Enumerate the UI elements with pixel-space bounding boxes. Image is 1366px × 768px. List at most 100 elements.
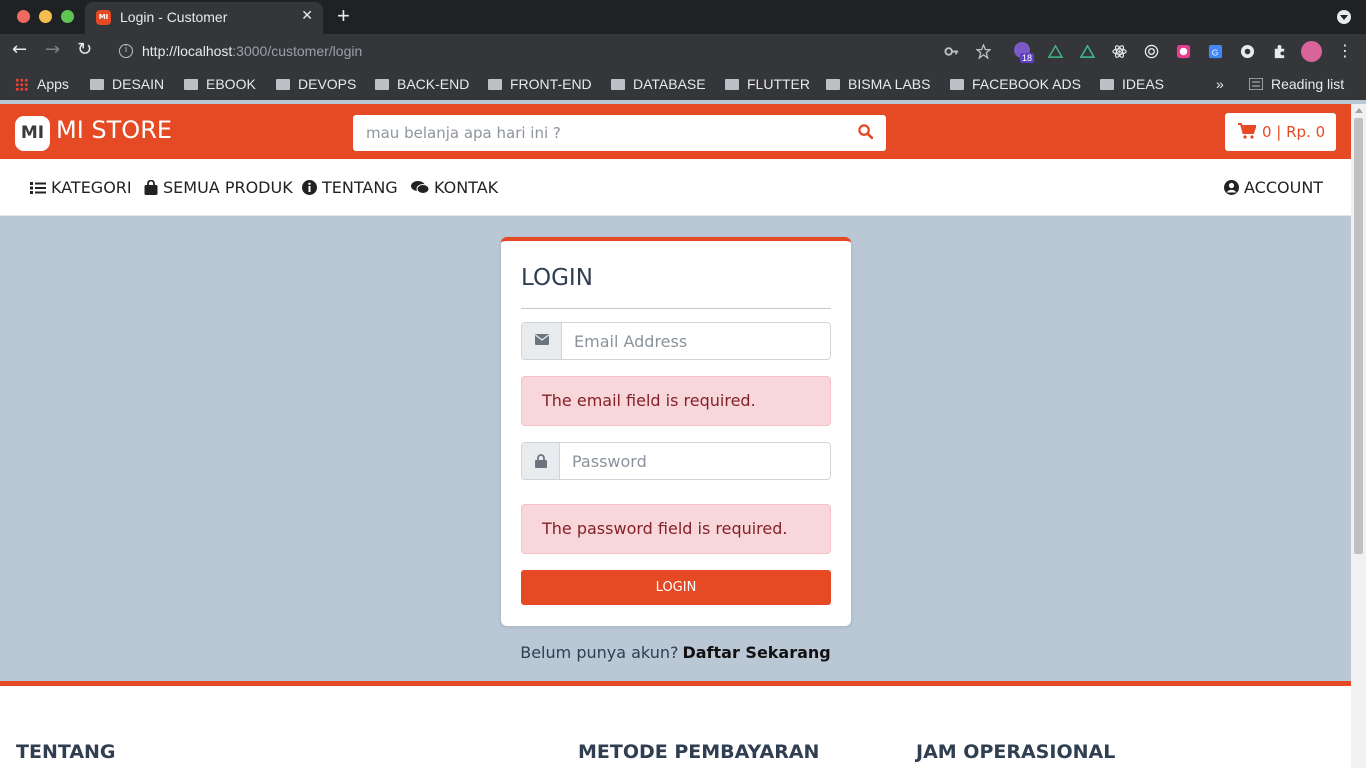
bookmark-label: IDEAS	[1122, 76, 1165, 92]
apps-grid-icon	[15, 78, 28, 91]
brand-name[interactable]: MI STORE	[56, 116, 172, 144]
react-devtools-icon[interactable]	[1112, 44, 1127, 59]
address-bar[interactable]: i http://localhost:3000/customer/login	[110, 37, 1010, 66]
folder-icon	[90, 79, 104, 90]
login-card: LOGIN The email field is required. The p…	[501, 237, 851, 626]
bookmark-label: EBOOK	[206, 76, 256, 92]
bookmark-label: FLUTTER	[747, 76, 810, 92]
nav-kontak[interactable]: KONTAK	[411, 178, 498, 197]
search-icon[interactable]	[858, 124, 873, 139]
password-error-alert: The password field is required.	[521, 504, 831, 554]
mi-logo-icon[interactable]: MI	[15, 116, 50, 151]
nav-semua-produk[interactable]: SEMUA PRODUK	[144, 178, 293, 197]
email-addon	[522, 323, 562, 359]
login-button[interactable]: LOGIN	[521, 570, 831, 605]
user-circle-icon	[1224, 180, 1239, 195]
scrollbar-thumb[interactable]	[1354, 118, 1363, 554]
extension-count-badge: 18	[1020, 53, 1035, 63]
nav-label: KATEGORI	[51, 178, 132, 197]
bookmark-label: FACEBOOK ADS	[972, 76, 1081, 92]
bookmark-star-icon[interactable]	[976, 44, 991, 59]
scroll-up-arrow-icon[interactable]	[1355, 108, 1363, 113]
nuxt-devtools-icon[interactable]	[1080, 44, 1095, 59]
nav-label: SEMUA PRODUK	[163, 178, 293, 197]
bookmark-folder-ebook[interactable]: EBOOK	[184, 76, 256, 92]
list-icon	[30, 182, 46, 194]
bookmark-label: BACK-END	[397, 76, 470, 92]
comments-icon	[411, 181, 430, 194]
bookmark-folder-devops[interactable]: DEVOPS	[276, 76, 356, 92]
site-info-icon[interactable]: i	[119, 44, 133, 58]
folder-icon	[375, 79, 389, 90]
dark-reader-icon[interactable]	[1240, 44, 1255, 59]
browser-menu-icon[interactable]: ⋮	[1337, 41, 1353, 60]
browser-toolbar: ← → ↻ i http://localhost:3000/customer/l…	[0, 34, 1366, 69]
url-path: :3000/customer/login	[232, 43, 363, 59]
browser-tab-active[interactable]: MI Login - Customer ✕	[85, 2, 323, 34]
reading-list-label: Reading list	[1271, 76, 1345, 92]
register-prompt: Belum punya akun? Daftar Sekarang	[0, 643, 1351, 662]
maximize-window-button[interactable]	[61, 10, 74, 23]
profile-avatar[interactable]	[1301, 41, 1322, 62]
svg-text:G: G	[1212, 47, 1219, 57]
cart-icon	[1238, 123, 1256, 139]
bookmark-label: FRONT-END	[510, 76, 592, 92]
close-window-button[interactable]	[17, 10, 30, 23]
bookmark-folder-flutter[interactable]: FLUTTER	[725, 76, 810, 92]
tab-title: Login - Customer	[120, 9, 228, 25]
register-link[interactable]: Daftar Sekarang	[682, 643, 830, 662]
envelope-icon	[535, 334, 549, 345]
register-prompt-text: Belum punya akun?	[520, 643, 679, 662]
key-icon[interactable]	[944, 44, 959, 59]
color-picker-icon[interactable]	[1176, 44, 1191, 59]
url-text: http://localhost:3000/customer/login	[142, 43, 362, 59]
reload-icon[interactable]: ↻	[77, 39, 92, 60]
main-navigation: KATEGORI SEMUA PRODUK TENTANG KONTAK ACC…	[0, 159, 1351, 216]
password-addon	[522, 443, 560, 479]
extensions-puzzle-icon[interactable]	[1272, 44, 1287, 59]
minimize-window-button[interactable]	[39, 10, 52, 23]
info-circle-icon	[302, 180, 317, 195]
forward-icon[interactable]: →	[45, 39, 60, 60]
folder-icon	[611, 79, 625, 90]
nav-account[interactable]: ACCOUNT	[1224, 178, 1323, 197]
reading-list-icon	[1248, 77, 1264, 91]
bookmark-label: Apps	[37, 76, 69, 92]
bookmark-label: DESAIN	[112, 76, 165, 92]
lock-icon	[535, 454, 547, 468]
tab-search-icon[interactable]	[1337, 10, 1351, 24]
bookmark-folder-facebook-ads[interactable]: FACEBOOK ADS	[950, 76, 1081, 92]
browser-tab-bar: MI Login - Customer ✕ +	[0, 0, 1366, 34]
email-field[interactable]	[562, 323, 830, 359]
bookmark-folder-database[interactable]: DATABASE	[611, 76, 706, 92]
footer-heading-metode-pembayaran: METODE PEMBAYARAN	[578, 741, 820, 763]
nav-label: KONTAK	[434, 178, 499, 197]
footer-heading-jam-operasional: JAM OPERASIONAL	[916, 741, 1116, 763]
bookmark-folder-desain[interactable]: DESAIN	[90, 76, 164, 92]
bookmark-folder-back-end[interactable]: BACK-END	[375, 76, 469, 92]
folder-icon	[276, 79, 290, 90]
new-tab-button[interactable]: +	[337, 3, 350, 29]
favicon-icon: MI	[96, 10, 111, 25]
bookmark-folder-front-end[interactable]: FRONT-END	[488, 76, 592, 92]
bookmarks-overflow-icon[interactable]: »	[1216, 76, 1224, 92]
nav-label: TENTANG	[322, 178, 398, 197]
nav-kategori[interactable]: KATEGORI	[30, 178, 132, 197]
bookmark-folder-bisma-labs[interactable]: BISMA LABS	[826, 76, 930, 92]
page-scrollbar[interactable]	[1351, 104, 1366, 768]
nav-tentang[interactable]: TENTANG	[302, 178, 398, 197]
reading-list-button[interactable]: Reading list	[1248, 76, 1345, 92]
target-extension-icon[interactable]	[1144, 44, 1159, 59]
cart-button[interactable]: 0 | Rp. 0	[1225, 113, 1336, 151]
vue-devtools-icon[interactable]	[1048, 44, 1063, 59]
back-icon[interactable]: ←	[12, 39, 27, 60]
close-tab-icon[interactable]: ✕	[301, 8, 313, 24]
login-title: LOGIN	[521, 265, 593, 291]
web-page: MI MI STORE 0 | Rp. 0 KATEGORI SEMUA PRO…	[0, 104, 1351, 768]
bookmark-apps[interactable]: Apps	[15, 76, 69, 92]
google-translate-icon[interactable]: G	[1208, 44, 1223, 59]
bookmark-folder-ideas[interactable]: IDEAS	[1100, 76, 1164, 92]
search-input[interactable]	[353, 115, 886, 151]
email-error-alert: The email field is required.	[521, 376, 831, 426]
password-field[interactable]	[560, 443, 830, 479]
